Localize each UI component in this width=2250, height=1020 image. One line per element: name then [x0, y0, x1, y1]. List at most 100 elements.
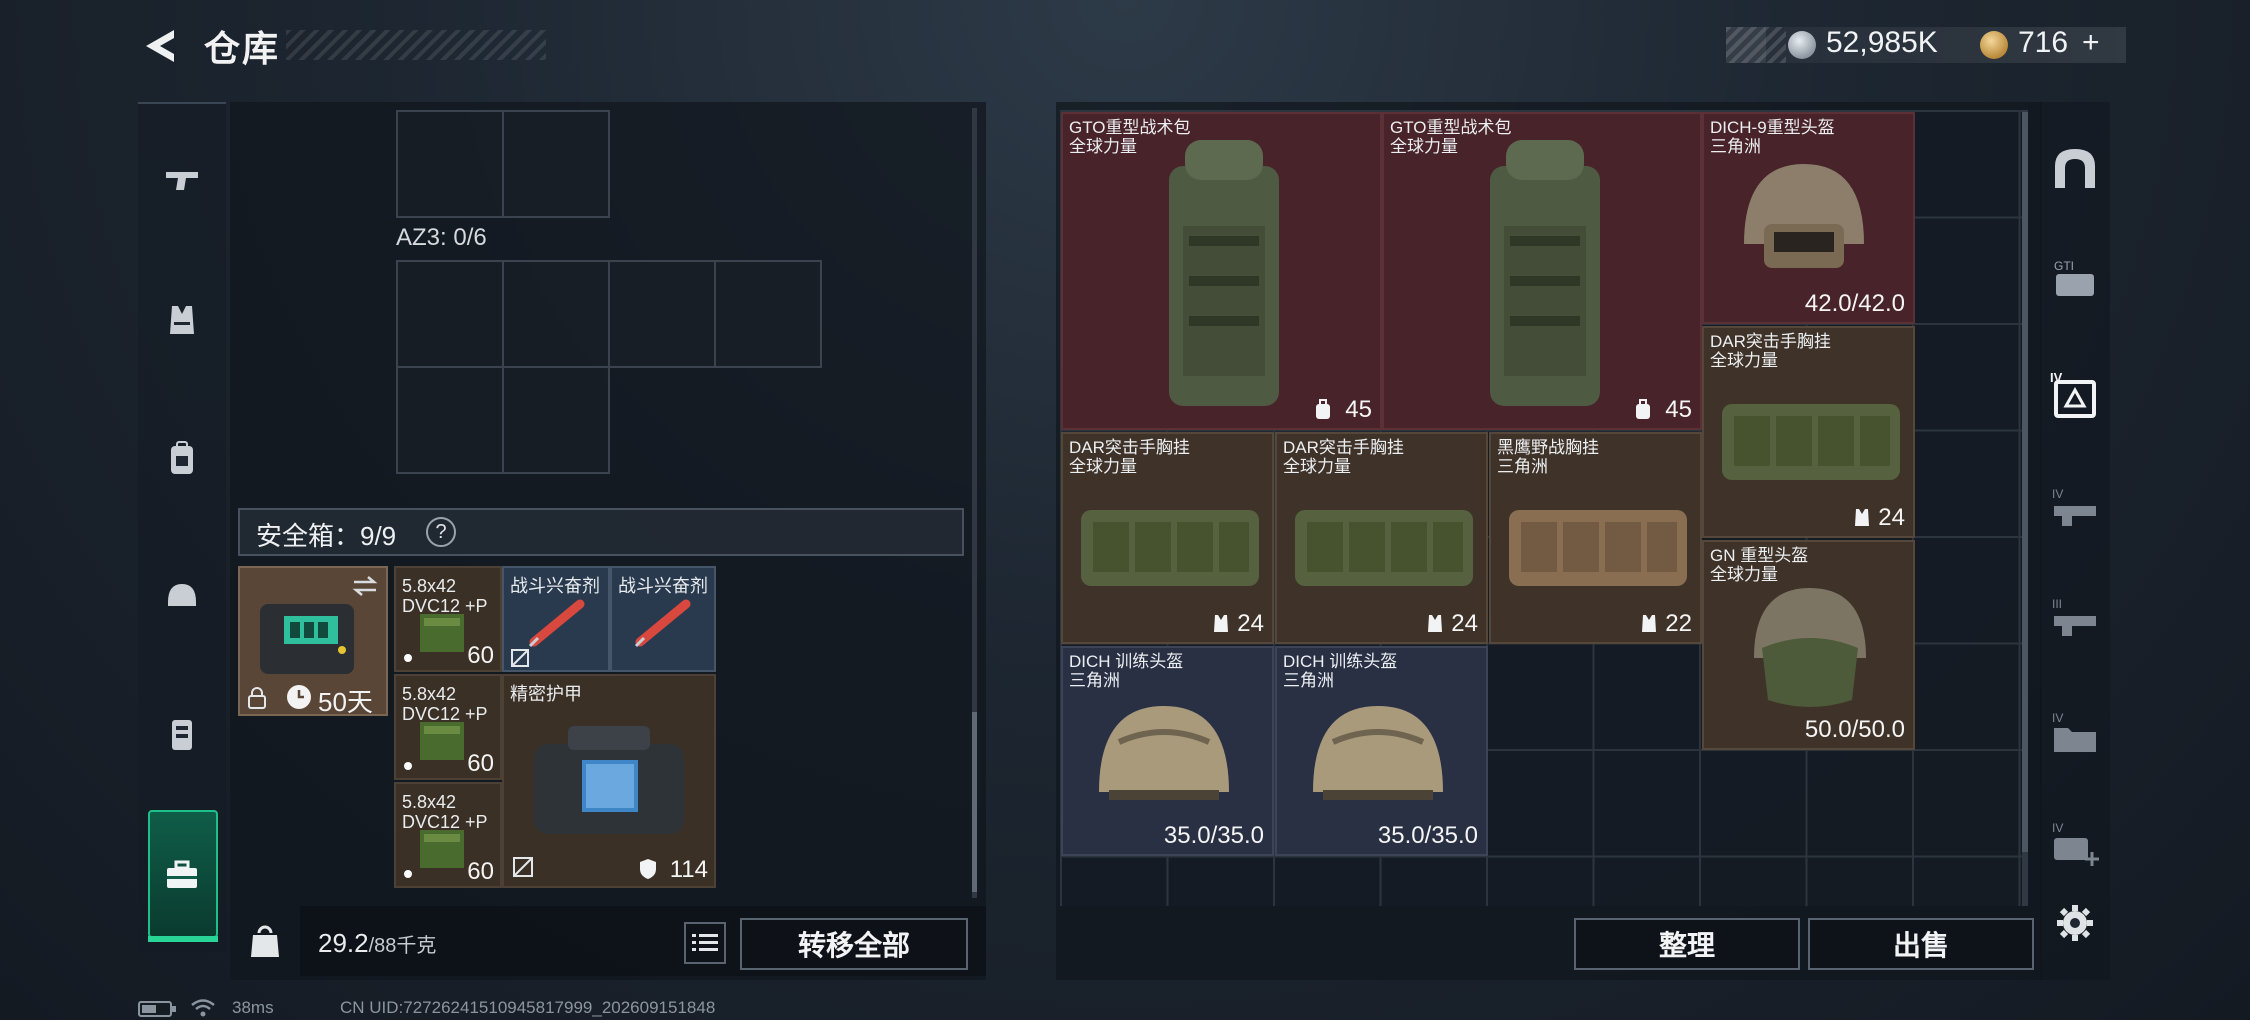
ammo-count: 60: [467, 750, 494, 777]
add-gold-button[interactable]: +: [2082, 26, 2100, 60]
ammo-tile[interactable]: 5.8x42 DVC12 +P 60: [394, 782, 502, 888]
nav-weapons[interactable]: [148, 146, 216, 214]
gti-icon: GTI: [2054, 259, 2094, 296]
chest-rig-image: [1295, 510, 1473, 586]
page-title: 仓库: [204, 28, 281, 69]
rnav-gti[interactable]: GTI: [2044, 248, 2106, 310]
backpack-icon: [1316, 399, 1330, 419]
tile-name: 战斗兴奋剂: [510, 576, 600, 596]
tile-name: 5.8x42: [402, 576, 457, 596]
syringe-icon: [528, 599, 585, 648]
no-insure-icon: [511, 649, 529, 667]
vest-icon: [1855, 509, 1869, 526]
tile-name: 5.8x42: [402, 684, 457, 704]
az3-slot[interactable]: [714, 260, 822, 368]
stash-item-helmet[interactable]: DICH 训练头盔 三角洲 35.0/35.0: [1061, 646, 1274, 856]
item-name: DICH 训练头盔 三角洲: [1069, 652, 1184, 690]
nav-active-indicator: [148, 936, 218, 942]
sell-button[interactable]: 出售: [1808, 918, 2034, 970]
nav-toolbox[interactable]: [148, 840, 216, 908]
ammo-box-icon: [420, 722, 464, 760]
case-timer: 50天: [318, 687, 373, 717]
nav-backpack[interactable]: [148, 424, 216, 492]
back-arrow-icon: [146, 30, 174, 62]
chest-rig-image: [1081, 510, 1259, 586]
nav-helmet[interactable]: [148, 562, 216, 630]
rnav-tier-iii[interactable]: III: [2044, 588, 2106, 650]
ammo-tile[interactable]: 5.8x42 DVC12 +P 60: [394, 566, 502, 672]
stash-item-backpack[interactable]: GTO重型战术包 全球力量 45: [1382, 112, 1702, 430]
stash-item-chest-rig[interactable]: DAR突击手胸挂 全球力量 24: [1702, 326, 1915, 538]
weight-lock: [230, 906, 300, 976]
az3-slot[interactable]: [396, 366, 504, 474]
toolbox-icon: [167, 860, 197, 888]
weight-value: 29.2: [318, 928, 369, 958]
capacity-value: 24: [1237, 610, 1264, 637]
item-name: DAR突击手胸挂 全球力量: [1710, 332, 1831, 370]
nav-vest[interactable]: [148, 286, 216, 354]
svg-text:IV: IV: [2052, 487, 2063, 501]
weight-readout: 29.2/88千克: [318, 928, 436, 959]
backpack-image: [1169, 140, 1279, 406]
rnav-tier-iv-weapon[interactable]: IV: [2044, 478, 2106, 540]
stash-item-helmet[interactable]: GN 重型头盔 全球力量 50.0/50.0: [1702, 540, 1915, 750]
indicator-dot: [404, 870, 412, 878]
stash-item-chest-rig[interactable]: 黑鹰野战胸挂 三角洲 22: [1489, 432, 1702, 644]
stimulant-tile[interactable]: 战斗兴奋剂: [502, 566, 610, 672]
az3-slot[interactable]: [502, 366, 610, 474]
svg-text:IV: IV: [2052, 711, 2063, 725]
az3-slot[interactable]: [502, 260, 610, 368]
svg-text:III: III: [2052, 597, 2062, 611]
back-button[interactable]: [138, 24, 182, 68]
safebox-help-button[interactable]: ?: [426, 517, 456, 547]
pistol-icon: [166, 172, 198, 190]
rnav-tier-iv-add[interactable]: IV: [2044, 812, 2106, 874]
helmet-image: [1754, 588, 1866, 707]
stash-item-helmet[interactable]: DICH-9重型头盔 三角洲 42.0/42.0: [1702, 112, 1915, 324]
container-slot[interactable]: [502, 110, 610, 218]
stash-item-chest-rig[interactable]: DAR突击手胸挂 全球力量 24: [1061, 432, 1274, 644]
gold-coin-icon: [1980, 31, 2008, 59]
backpack-image: [1490, 140, 1600, 406]
armor-bag-icon: [534, 726, 684, 834]
backpack-icon: [1636, 399, 1650, 419]
container-slot[interactable]: [396, 110, 504, 218]
transfer-all-button[interactable]: 转移全部: [740, 918, 968, 970]
left-scroll-thumb[interactable]: [972, 712, 977, 892]
safebox-tier-icon: IV: [2050, 370, 2096, 418]
shield-icon: [640, 859, 656, 879]
rnav-all[interactable]: [2044, 138, 2106, 200]
sort-button[interactable]: 整理: [1574, 918, 1800, 970]
clock-icon: [287, 685, 311, 709]
helmet-image: [1099, 706, 1229, 800]
weight-icon: [251, 925, 279, 957]
stash-item-helmet[interactable]: DICH 训练头盔 三角洲 35.0/35.0: [1275, 646, 1488, 856]
az3-slot[interactable]: [608, 260, 716, 368]
safebox-label: 安全箱：9/9: [256, 521, 397, 551]
backpack-icon: [171, 441, 193, 474]
nav-armor[interactable]: [148, 700, 216, 768]
swap-icon[interactable]: [350, 574, 380, 598]
armor-tile[interactable]: 精密护甲 114: [502, 674, 716, 888]
armor-plate-icon: [172, 720, 192, 750]
wifi-icon: [191, 999, 215, 1017]
capacity-value: 24: [1878, 504, 1905, 531]
list-view-button[interactable]: [684, 922, 726, 964]
ammo-count: 60: [467, 642, 494, 669]
indicator-dot: [404, 654, 412, 662]
settings-button[interactable]: [2044, 892, 2106, 954]
chest-rig-image: [1722, 404, 1900, 480]
stash-item-chest-rig[interactable]: DAR突击手胸挂 全球力量 24: [1275, 432, 1488, 644]
vest-icon: [1428, 615, 1442, 632]
vest-icon: [170, 306, 194, 334]
ammo-tile[interactable]: 5.8x42 DVC12 +P 60: [394, 674, 502, 780]
stimulant-tile[interactable]: 战斗兴奋剂: [610, 566, 716, 672]
rnav-tier-iv-active[interactable]: IV: [2044, 364, 2106, 426]
uid-readout: CN UID:7272624151094581​7999_20260915184…: [340, 998, 716, 1017]
rnav-tier-iv-folder[interactable]: IV: [2044, 702, 2106, 764]
stash-item-backpack[interactable]: GTO重型战术包 全球力量 45: [1061, 112, 1382, 430]
stash-scroll-thumb[interactable]: [2022, 112, 2028, 852]
battery-icon: [138, 1001, 176, 1017]
az3-slot[interactable]: [396, 260, 504, 368]
ammo-count: 60: [467, 858, 494, 885]
